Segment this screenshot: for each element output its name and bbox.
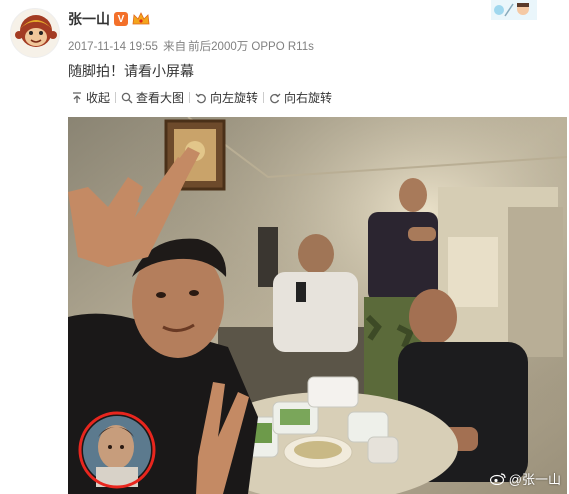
view-large-label: 查看大图 <box>136 91 185 105</box>
post-text: 随脚拍！请看小屏幕 <box>68 63 194 79</box>
corner-sticker-icon <box>491 0 537 20</box>
post-source[interactable]: 前后2000万 OPPO R11s <box>188 41 314 53</box>
collapse-button[interactable]: 收起 <box>66 89 115 106</box>
monkey-avatar-icon <box>11 9 59 57</box>
collapse-label: 收起 <box>86 91 111 105</box>
username[interactable]: 张一山 <box>68 9 110 29</box>
rotate-right-icon <box>270 93 281 103</box>
avatar[interactable] <box>10 8 60 58</box>
rotate-right-label: 向右旋转 <box>284 91 333 105</box>
collapse-icon <box>73 91 81 103</box>
user-row: 张一山 V <box>68 9 150 29</box>
rotate-left-label: 向左旋转 <box>210 91 259 105</box>
post-photo[interactable]: @张一山 <box>68 117 567 494</box>
zoom-icon <box>121 92 133 103</box>
watermark-text: @张一山 <box>508 472 561 487</box>
photo-watermark: @张一山 <box>489 469 561 488</box>
weibo-logo-icon <box>489 473 506 485</box>
post-meta: 2017-11-14 19:55 来自 前后2000万 OPPO R11s <box>68 38 316 54</box>
rotate-right-button[interactable]: 向右旋转 <box>264 89 337 106</box>
view-large-button[interactable]: 查看大图 <box>116 89 189 106</box>
post-timestamp[interactable]: 2017-11-14 19:55 <box>68 41 158 53</box>
image-toolbar: 收起 查看大图 向左旋转 向右旋转 <box>66 89 337 106</box>
group-selfie-image <box>68 117 567 494</box>
post-source-prefix: 来自 <box>163 41 187 53</box>
verified-icon: V <box>114 12 128 26</box>
rotate-left-icon <box>195 93 206 103</box>
rotate-left-button[interactable]: 向左旋转 <box>190 89 263 106</box>
crown-icon <box>132 12 150 25</box>
